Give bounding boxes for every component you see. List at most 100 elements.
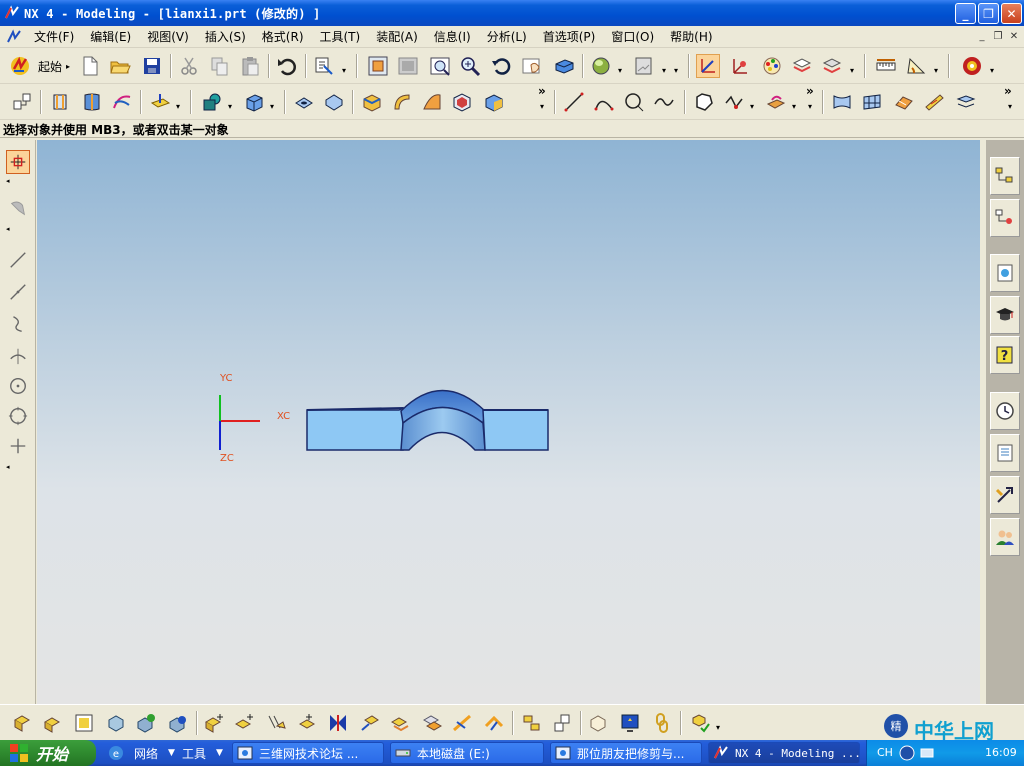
display-mode-dropdown-icon[interactable]: ▾	[618, 66, 622, 75]
fit-view-icon[interactable]	[366, 54, 390, 78]
assembly-component-icon[interactable]	[40, 711, 64, 735]
new-component-icon[interactable]	[202, 711, 226, 735]
mate-component-icon[interactable]	[326, 711, 350, 735]
reuse-library-tab[interactable]	[990, 434, 1020, 472]
toolbar2-options-icon-3[interactable]: ▾	[1008, 102, 1012, 111]
exploded-view-icon[interactable]	[420, 711, 444, 735]
toolbar2-overflow-3[interactable]: »	[1004, 84, 1012, 98]
hole-icon[interactable]	[292, 90, 316, 114]
assembly-navigator-tab[interactable]	[990, 157, 1020, 195]
part-navigator-icon[interactable]	[10, 90, 34, 114]
select-filter-icon[interactable]	[312, 54, 336, 78]
training-tab[interactable]	[990, 296, 1020, 334]
derived-curve-dropdown-icon[interactable]: ▾	[792, 102, 796, 111]
start-button[interactable]: 开始	[0, 740, 96, 766]
layer-settings-icon[interactable]	[790, 54, 814, 78]
help-tab[interactable]: ?	[990, 336, 1020, 374]
tool-expand-icon[interactable]: ◂	[6, 225, 10, 233]
left-point-icon[interactable]	[6, 434, 30, 458]
curve-edit-dropdown-icon[interactable]: ▾	[750, 102, 754, 111]
reposition-component-icon[interactable]	[358, 711, 382, 735]
model-view[interactable]	[37, 140, 980, 704]
copy-icon[interactable]	[208, 54, 232, 78]
wcs-dynamics-icon[interactable]	[728, 54, 752, 78]
menu-tools[interactable]: 工具(T)	[312, 28, 369, 45]
layer-dropdown-icon[interactable]: ▾	[850, 66, 854, 75]
menu-file[interactable]: 文件(F)	[26, 28, 82, 45]
clearance-analysis-icon[interactable]	[520, 711, 544, 735]
zone-icon[interactable]	[586, 711, 610, 735]
measure-angle-icon[interactable]	[904, 54, 928, 78]
menu-window[interactable]: 窗口(O)	[603, 28, 662, 45]
face-blend-icon[interactable]	[420, 90, 444, 114]
cut-icon[interactable]	[177, 54, 201, 78]
left-tangent-icon[interactable]	[6, 344, 30, 368]
new-parent-icon[interactable]	[232, 711, 256, 735]
rotate-icon[interactable]	[490, 54, 514, 78]
open-file-icon[interactable]	[108, 54, 132, 78]
undo-icon[interactable]	[275, 54, 299, 78]
tray-network-icon[interactable]	[919, 745, 935, 761]
spline-icon[interactable]	[652, 90, 676, 114]
select-expand-icon[interactable]: ◂	[6, 177, 10, 185]
measure-dropdown-icon[interactable]: ▾	[934, 66, 938, 75]
minimize-button[interactable]: _	[955, 3, 976, 24]
new-file-icon[interactable]	[78, 54, 102, 78]
component-check-icon[interactable]	[688, 711, 712, 735]
select-icon[interactable]	[6, 150, 30, 174]
extrude-icon[interactable]	[48, 90, 72, 114]
left-line-chain-icon[interactable]	[6, 280, 30, 304]
chain-link-icon[interactable]	[650, 711, 674, 735]
derived-curve-icon[interactable]	[764, 90, 788, 114]
sweep-icon[interactable]	[110, 90, 134, 114]
circle-icon[interactable]	[622, 90, 646, 114]
curve-edit-icon[interactable]	[722, 90, 746, 114]
start-dropdown-icon[interactable]: ▸	[66, 62, 70, 71]
assembly-sequence-icon[interactable]	[388, 711, 412, 735]
select-filter-dropdown-icon[interactable]: ▾	[342, 66, 346, 75]
boss-icon[interactable]	[322, 90, 346, 114]
save-icon[interactable]	[140, 54, 164, 78]
toolbar-options-icon[interactable]: ▾	[674, 66, 678, 75]
tray-app-icon[interactable]	[899, 745, 915, 761]
toolbar2-overflow-2[interactable]: »	[806, 84, 814, 98]
boolean-unite-icon[interactable]	[200, 90, 224, 114]
component-array-icon[interactable]	[264, 711, 288, 735]
background-dropdown-icon[interactable]: ▾	[662, 66, 666, 75]
settings-wheel-icon[interactable]	[960, 54, 984, 78]
menu-edit[interactable]: 编辑(E)	[82, 28, 139, 45]
restore-button[interactable]: ❐	[978, 3, 999, 24]
datum-plane-icon[interactable]	[148, 90, 172, 114]
zoom-icon[interactable]	[458, 54, 482, 78]
clock[interactable]: 16:09	[985, 746, 1017, 759]
boolean-dropdown-icon[interactable]: ▾	[228, 102, 232, 111]
mdi-minimize-button[interactable]: _	[975, 30, 989, 43]
menu-preferences[interactable]: 首选项(P)	[535, 28, 604, 45]
revolve-icon[interactable]	[80, 90, 104, 114]
system-materials-tab[interactable]	[990, 476, 1020, 514]
edge-blend-icon[interactable]	[360, 90, 384, 114]
snap-expand-icon[interactable]: ◂	[6, 463, 10, 471]
wcs-icon[interactable]	[696, 54, 720, 78]
zoom-area-icon[interactable]	[428, 54, 452, 78]
assembly-mate-icon[interactable]	[72, 711, 96, 735]
mirror-assembly-icon[interactable]	[296, 711, 320, 735]
color-palette-icon[interactable]	[760, 54, 784, 78]
interpart-link-icon[interactable]	[482, 711, 506, 735]
menu-insert[interactable]: 插入(S)	[197, 28, 254, 45]
screen-capture-icon[interactable]	[618, 711, 642, 735]
assembly-array-icon[interactable]	[104, 711, 128, 735]
task-nx-modeling[interactable]: NX 4 - Modeling ...	[708, 742, 860, 764]
layer-visibility-icon[interactable]	[820, 54, 844, 78]
draft-icon[interactable]	[482, 90, 506, 114]
task-local-disk[interactable]: 本地磁盘 (E:)	[390, 742, 544, 764]
menu-assembly[interactable]: 装配(A)	[368, 28, 426, 45]
left-curve-icon[interactable]	[6, 312, 30, 336]
zoom-window-icon[interactable]	[396, 54, 420, 78]
line-icon[interactable]	[562, 90, 586, 114]
left-circle-icon[interactable]	[6, 404, 30, 428]
task-forum[interactable]: 三维网技术论坛 ...	[232, 742, 384, 764]
quicklink-network[interactable]: e 网络 ▼	[108, 742, 175, 764]
trim-body-icon[interactable]	[922, 90, 946, 114]
sketch-icon[interactable]	[692, 90, 716, 114]
